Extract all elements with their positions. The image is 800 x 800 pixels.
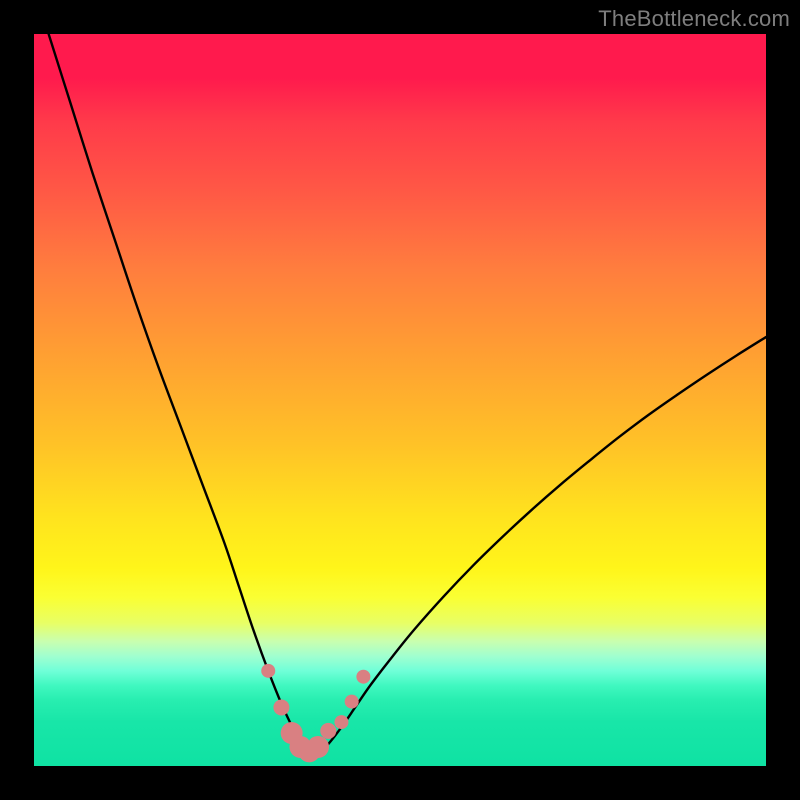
curve-marker — [307, 736, 329, 758]
curve-marker — [320, 723, 336, 739]
chart-frame: TheBottleneck.com — [0, 0, 800, 800]
curve-marker — [334, 715, 348, 729]
chart-svg — [34, 34, 766, 766]
curve-marker — [356, 670, 370, 684]
watermark-text: TheBottleneck.com — [598, 6, 790, 32]
bottleneck-curve — [49, 34, 766, 753]
curve-marker — [345, 695, 359, 709]
curve-marker — [273, 699, 289, 715]
chart-plot-area — [34, 34, 766, 766]
curve-marker — [261, 664, 275, 678]
curve-markers — [261, 664, 370, 763]
